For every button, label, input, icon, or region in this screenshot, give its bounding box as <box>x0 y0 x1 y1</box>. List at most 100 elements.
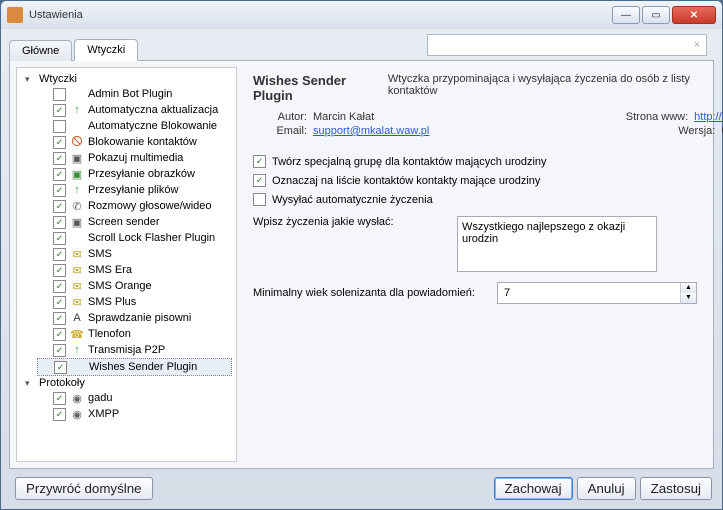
plugin-icon: ▣ <box>70 151 84 165</box>
cancel-button[interactable]: Anuluj <box>577 477 636 500</box>
checkbox-icon[interactable]: ✓ <box>53 232 66 245</box>
checkbox-icon[interactable]: ✓ <box>53 296 66 309</box>
tree-item-label: Scroll Lock Flasher Plugin <box>88 232 215 244</box>
plugin-icon: ◉ <box>70 407 84 421</box>
checkbox-icon[interactable]: ✓ <box>53 344 66 357</box>
close-button[interactable]: ✕ <box>672 6 716 24</box>
tree-item[interactable]: ✓ ▣ Pokazuj multimedia <box>37 150 232 166</box>
checkbox-icon[interactable]: ✓ <box>53 280 66 293</box>
apply-button[interactable]: Zastosuj <box>640 477 712 500</box>
dialog-footer: Przywróć domyślne Zachowaj Anuluj Zastos… <box>9 469 714 503</box>
search-input[interactable] <box>428 39 688 51</box>
restore-defaults-button[interactable]: Przywróć domyślne <box>15 477 153 500</box>
checkbox-icon[interactable]: ✓ <box>53 136 66 149</box>
tree-item-label: Pokazuj multimedia <box>88 152 183 164</box>
tree-item[interactable]: ✓ ◉ XMPP <box>37 406 232 422</box>
checkbox-icon[interactable]: ✓ <box>53 248 66 261</box>
plugin-icon: ↑ <box>70 343 84 357</box>
checkbox-icon[interactable] <box>53 120 66 133</box>
wishes-label: Wpisz życzenia jakie wysłać: <box>253 216 443 228</box>
tree-item[interactable]: ✓ ◉ gadu <box>37 390 232 406</box>
option-auto-send[interactable]: Wysyłać automatycznie życzenia <box>253 193 697 206</box>
wishes-textarea[interactable] <box>457 216 657 272</box>
plugin-icon: ◉ <box>70 391 84 405</box>
tree-group[interactable]: ▾Protokoły <box>23 376 232 390</box>
tree-item[interactable]: ✓↑Przesyłanie plików <box>37 182 232 198</box>
maximize-button[interactable]: ▭ <box>642 6 670 24</box>
expander-icon[interactable]: ▾ <box>25 378 35 389</box>
checkbox-icon[interactable]: ✓ <box>53 312 66 325</box>
checkbox-icon[interactable]: ✓ <box>54 361 67 374</box>
site-link[interactable]: http://www.mkalat.waw.pl <box>694 111 723 123</box>
tree-item-label: SMS Era <box>88 264 132 276</box>
plugin-icon: ✉ <box>70 247 84 261</box>
tree-item-label: Automatyczne Blokowanie <box>88 120 217 132</box>
save-button[interactable]: Zachowaj <box>494 477 573 500</box>
tree-item[interactable]: ✓ASprawdzanie pisowni <box>37 310 232 326</box>
plugin-icon: ▣ <box>70 215 84 229</box>
plugin-icon: ✉ <box>70 295 84 309</box>
checkbox-icon[interactable]: ✓ <box>53 168 66 181</box>
tree-item[interactable]: ✓🛇Blokowanie kontaktów <box>37 134 232 150</box>
plugin-description: Wtyczka przypominająca i wysyłająca życz… <box>388 73 697 103</box>
spinner-up-icon[interactable]: ▲ <box>681 283 696 293</box>
expander-icon[interactable]: ▾ <box>25 74 35 85</box>
tree-item[interactable]: ✓ Wishes Sender Plugin <box>37 358 232 376</box>
checkbox-icon[interactable]: ✓ <box>53 200 66 213</box>
checkbox-icon[interactable] <box>53 88 66 101</box>
settings-window: Ustawienia — ▭ ✕ Główne Wtyczki × ▾Wtycz… <box>0 0 723 510</box>
checkbox-icon[interactable]: ✓ <box>53 328 66 341</box>
tree-item-label: Przesyłanie plików <box>88 184 178 196</box>
tree-item-label: Sprawdzanie pisowni <box>88 312 191 324</box>
plugin-icon: 🛇 <box>70 135 84 149</box>
checkbox-icon[interactable]: ✓ <box>53 216 66 229</box>
minage-input[interactable] <box>498 287 680 299</box>
clear-search-icon[interactable]: × <box>688 39 706 51</box>
tree-item-label: XMPP <box>88 408 119 420</box>
tree-item[interactable]: ✓☎Tlenofon <box>37 326 232 342</box>
plugin-details: Wishes Sender Plugin Wtyczka przypominaj… <box>243 67 707 462</box>
checkbox-icon[interactable]: ✓ <box>53 264 66 277</box>
tree-item[interactable]: ✓✆Rozmowy głosowe/wideo <box>37 198 232 214</box>
tree-item-label: Transmisja P2P <box>88 344 165 356</box>
tree-item[interactable]: Automatyczne Blokowanie <box>37 118 232 134</box>
option-mark-contacts[interactable]: ✓ Oznaczaj na liście kontaktów kontakty … <box>253 174 697 187</box>
tree-item[interactable]: ✓▣Screen sender <box>37 214 232 230</box>
checkbox-icon[interactable]: ✓ <box>53 408 66 421</box>
checkbox-icon[interactable]: ✓ <box>53 392 66 405</box>
tree-item[interactable]: ✓✉SMS <box>37 246 232 262</box>
tab-main[interactable]: Główne <box>9 40 72 61</box>
minimize-button[interactable]: — <box>612 6 640 24</box>
search-box[interactable]: × <box>427 34 707 56</box>
plugin-icon <box>70 87 84 101</box>
tree-item[interactable]: ✓▣Przesyłanie obrazków <box>37 166 232 182</box>
checkbox-icon[interactable]: ✓ <box>53 104 66 117</box>
email-link[interactable]: support@mkalat.waw.pl <box>313 125 429 137</box>
window-title: Ustawienia <box>29 9 612 21</box>
tree-item[interactable]: ✓ Scroll Lock Flasher Plugin <box>37 230 232 246</box>
tree-item-label: gadu <box>88 392 112 404</box>
checkbox-icon[interactable]: ✓ <box>53 152 66 165</box>
checkbox-icon[interactable]: ✓ <box>253 174 266 187</box>
plugin-tree[interactable]: ▾WtyczkiAdmin Bot Plugin✓↑Automatyczna a… <box>16 67 237 462</box>
tree-item[interactable]: ✓✉SMS Orange <box>37 278 232 294</box>
checkbox-icon[interactable] <box>253 193 266 206</box>
option-create-group[interactable]: ✓ Twórz specjalną grupę dla kontaktów ma… <box>253 155 697 168</box>
tree-item[interactable]: Admin Bot Plugin <box>37 86 232 102</box>
plugin-icon: ▣ <box>70 167 84 181</box>
minage-spinner[interactable]: ▲ ▼ <box>497 282 697 304</box>
tab-plugins[interactable]: Wtyczki <box>74 39 138 61</box>
tree-item[interactable]: ✓✉SMS Plus <box>37 294 232 310</box>
checkbox-icon[interactable]: ✓ <box>253 155 266 168</box>
plugin-icon <box>71 360 85 374</box>
tree-group[interactable]: ▾Wtyczki <box>23 72 232 86</box>
titlebar[interactable]: Ustawienia — ▭ ✕ <box>1 1 722 29</box>
tree-item-label: Tlenofon <box>88 328 131 340</box>
tree-item-label: Rozmowy głosowe/wideo <box>88 200 212 212</box>
checkbox-icon[interactable]: ✓ <box>53 184 66 197</box>
tree-item[interactable]: ✓✉SMS Era <box>37 262 232 278</box>
tree-item[interactable]: ✓ ↑ Transmisja P2P <box>37 342 232 358</box>
tree-item-label: Wishes Sender Plugin <box>89 361 197 373</box>
spinner-down-icon[interactable]: ▼ <box>681 293 696 303</box>
tree-item[interactable]: ✓↑Automatyczna aktualizacja <box>37 102 232 118</box>
